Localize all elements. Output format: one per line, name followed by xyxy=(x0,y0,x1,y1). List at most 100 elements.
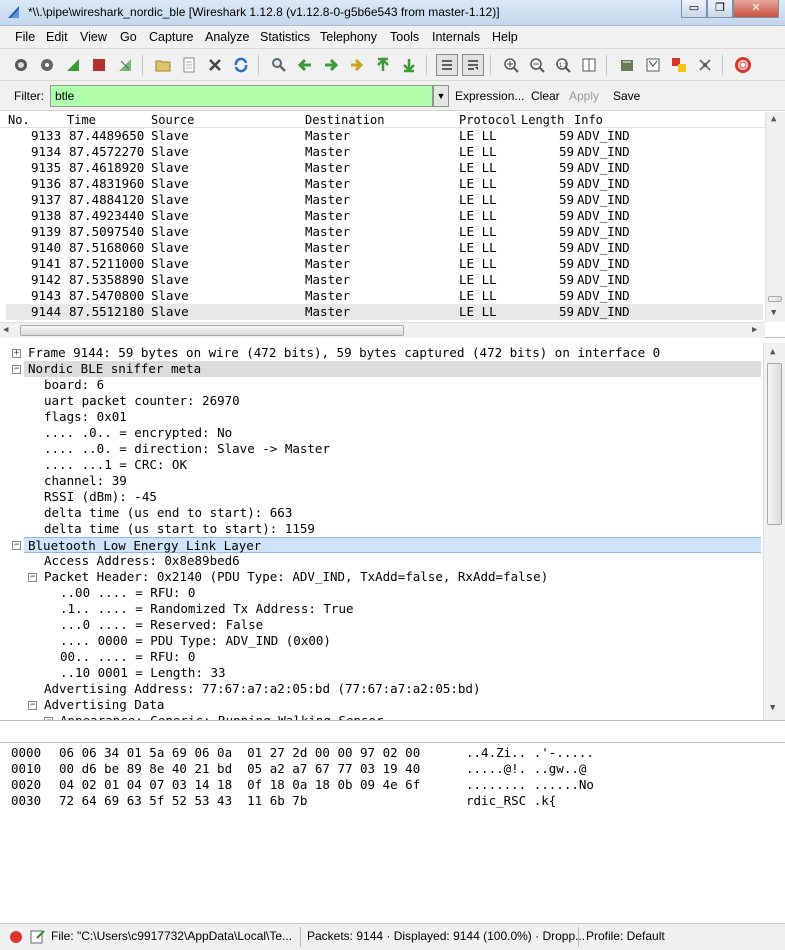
packet-list-vscrollbar[interactable]: ▲ ▼ xyxy=(765,112,785,322)
save-file-icon[interactable] xyxy=(178,54,200,76)
menu-internals[interactable]: Internals xyxy=(432,30,480,44)
go-forward-icon[interactable] xyxy=(320,54,342,76)
detail-row[interactable]: delta time (us start to start): 1159 xyxy=(44,521,315,537)
menu-help[interactable]: Help xyxy=(492,30,518,44)
expert-info-error-icon[interactable] xyxy=(9,930,23,944)
packet-row[interactable]: 9143 87.5470800 Slave Master LE LL 59 ADV_IND xyxy=(6,288,763,304)
capture-comment-icon[interactable] xyxy=(29,929,45,945)
restart-capture-icon[interactable] xyxy=(114,54,136,76)
autoscroll-icon[interactable] xyxy=(462,54,484,76)
detail-row[interactable]: .... ..0. = direction: Slave -> Master xyxy=(44,441,330,457)
packet-list-hscrollbar[interactable]: ◀ ▶ xyxy=(0,322,765,338)
detail-row[interactable]: ..10 0001 = Length: 33 xyxy=(60,665,226,681)
menu-file[interactable]: File xyxy=(15,30,35,44)
scroll-up-icon[interactable]: ▲ xyxy=(770,347,775,357)
collapse-icon[interactable]: − xyxy=(28,573,37,582)
scroll-down-icon[interactable]: ▼ xyxy=(771,308,776,318)
detail-row[interactable]: 00.. .... = RFU: 0 xyxy=(60,649,195,665)
menu-view[interactable]: View xyxy=(80,30,107,44)
column-header-length[interactable]: Length xyxy=(521,113,564,127)
packet-row[interactable]: 9141 87.5211000 Slave Master LE LL 59 ADV_IND xyxy=(6,256,763,272)
menu-analyze[interactable]: Analyze xyxy=(205,30,249,44)
packet-row[interactable]: 9137 87.4884120 Slave Master LE LL 59 ADV_IND xyxy=(6,192,763,208)
collapse-icon[interactable]: − xyxy=(28,701,37,710)
detail-row[interactable]: Access Address: 0x8e89bed6 xyxy=(44,553,240,569)
scroll-right-icon[interactable]: ▶ xyxy=(752,325,757,335)
packet-row[interactable]: 9135 87.4618920 Slave Master LE LL 59 ADV_IND xyxy=(6,160,763,176)
scroll-left-icon[interactable]: ◀ xyxy=(3,325,8,335)
zoom-out-icon[interactable] xyxy=(526,54,548,76)
details-scroll-thumb[interactable] xyxy=(767,363,782,525)
apply-button[interactable]: Apply xyxy=(569,89,599,103)
column-header-time[interactable]: Time xyxy=(67,113,96,127)
status-profile[interactable]: Profile: Default xyxy=(586,929,665,943)
reload-icon[interactable] xyxy=(230,54,252,76)
menu-statistics[interactable]: Statistics xyxy=(260,30,310,44)
menu-edit[interactable]: Edit xyxy=(46,30,68,44)
start-capture-icon[interactable] xyxy=(62,54,84,76)
detail-row[interactable]: channel: 39 xyxy=(44,473,127,489)
preferences-icon[interactable] xyxy=(694,54,716,76)
interfaces-icon[interactable] xyxy=(10,54,32,76)
packet-row[interactable]: 9133 87.4489650 Slave Master LE LL 59 ADV_IND xyxy=(6,128,763,144)
go-to-packet-icon[interactable] xyxy=(346,54,368,76)
stop-capture-icon[interactable] xyxy=(88,54,110,76)
filter-input[interactable]: btle xyxy=(50,85,433,107)
column-header-no[interactable]: No. xyxy=(8,113,30,127)
packet-row[interactable]: 9140 87.5168060 Slave Master LE LL 59 ADV_IND xyxy=(6,240,763,256)
colorize-icon[interactable] xyxy=(436,54,458,76)
display-filters-icon[interactable] xyxy=(642,54,664,76)
packet-row[interactable]: 9134 87.4572270 Slave Master LE LL 59 ADV_IND xyxy=(6,144,763,160)
detail-row[interactable]: .... ...1 = CRC: OK xyxy=(44,457,187,473)
packet-list-hscroll-thumb[interactable] xyxy=(20,325,404,336)
go-first-icon[interactable] xyxy=(372,54,394,76)
packet-row[interactable]: 9138 87.4923440 Slave Master LE LL 59 ADV_IND xyxy=(6,208,763,224)
menu-go[interactable]: Go xyxy=(120,30,137,44)
column-header-destination[interactable]: Destination xyxy=(305,113,384,127)
detail-row[interactable]: uart packet counter: 26970 xyxy=(44,393,240,409)
detail-row[interactable]: Bluetooth Low Energy Link Layer xyxy=(24,537,761,553)
detail-row[interactable]: Nordic BLE sniffer meta xyxy=(24,361,761,377)
details-vscrollbar[interactable]: ▲ ▼ xyxy=(763,343,785,720)
detail-row[interactable]: Frame 9144: 59 bytes on wire (472 bits),… xyxy=(28,345,660,361)
detail-row[interactable]: delta time (us end to start): 663 xyxy=(44,505,292,521)
packet-row[interactable]: 9139 87.5097540 Slave Master LE LL 59 ADV_IND xyxy=(6,224,763,240)
capture-filters-icon[interactable] xyxy=(616,54,638,76)
expression-button[interactable]: Expression... xyxy=(455,89,524,103)
open-file-icon[interactable] xyxy=(152,54,174,76)
coloring-rules-icon[interactable] xyxy=(668,54,690,76)
packet-row[interactable]: 9136 87.4831960 Slave Master LE LL 59 ADV_IND xyxy=(6,176,763,192)
column-header-protocol[interactable]: Protocol xyxy=(459,113,517,127)
menu-tools[interactable]: Tools xyxy=(390,30,419,44)
scroll-up-icon[interactable]: ▲ xyxy=(771,114,776,124)
scroll-down-icon[interactable]: ▼ xyxy=(770,703,775,713)
help-icon[interactable] xyxy=(732,54,754,76)
detail-row[interactable]: .... 0000 = PDU Type: ADV_IND (0x00) xyxy=(60,633,331,649)
collapse-icon[interactable]: − xyxy=(12,365,21,374)
menu-telephony[interactable]: Telephony xyxy=(320,30,377,44)
collapse-icon[interactable]: − xyxy=(44,717,53,720)
packet-row[interactable]: 9144 87.5512180 Slave Master LE LL 59 ADV_IND xyxy=(6,304,763,320)
restore-button[interactable]: ❐ xyxy=(707,0,733,18)
detail-row[interactable]: Appearance: Generic: Running Walking Sen… xyxy=(60,713,384,720)
detail-row[interactable]: board: 6 xyxy=(44,377,104,393)
column-header-info[interactable]: Info xyxy=(574,113,603,127)
save-filter-button[interactable]: Save xyxy=(613,89,640,103)
detail-row[interactable]: .... .0.. = encrypted: No xyxy=(44,425,232,441)
detail-row[interactable]: ..00 .... = RFU: 0 xyxy=(60,585,195,601)
go-last-icon[interactable] xyxy=(398,54,420,76)
filter-dropdown-button[interactable]: ▼ xyxy=(433,85,449,107)
packet-row[interactable]: 9142 87.5358890 Slave Master LE LL 59 ADV_IND xyxy=(6,272,763,288)
packet-list-scroll-thumb[interactable] xyxy=(768,296,782,302)
zoom-in-icon[interactable] xyxy=(500,54,522,76)
zoom-normal-icon[interactable]: 1:1 xyxy=(552,54,574,76)
detail-row[interactable]: Advertising Data xyxy=(44,697,164,713)
find-packet-icon[interactable] xyxy=(268,54,290,76)
collapse-icon[interactable]: − xyxy=(12,541,21,550)
expand-icon[interactable]: + xyxy=(12,349,21,358)
detail-row[interactable]: ...0 .... = Reserved: False xyxy=(60,617,263,633)
detail-row[interactable]: flags: 0x01 xyxy=(44,409,127,425)
minimize-button[interactable]: ▭ xyxy=(681,0,707,18)
detail-row[interactable]: Packet Header: 0x2140 (PDU Type: ADV_IND… xyxy=(44,569,548,585)
close-window-button[interactable]: ✕ xyxy=(733,0,779,18)
